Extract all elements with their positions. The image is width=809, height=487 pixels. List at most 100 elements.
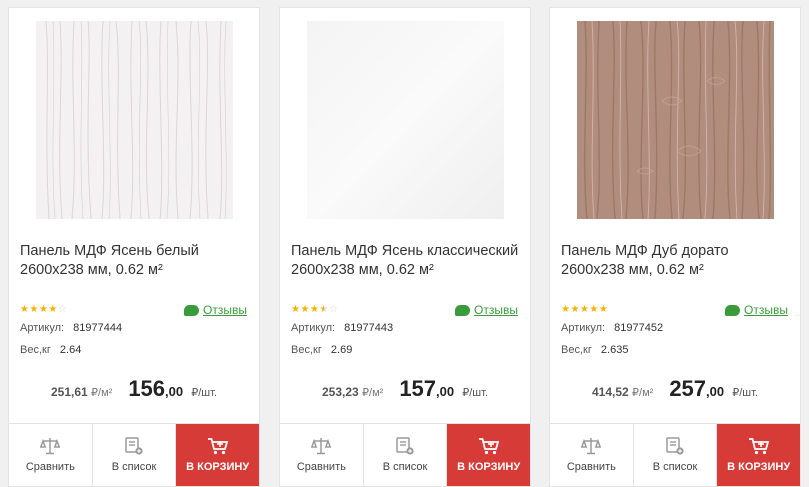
star-icon: ★ — [570, 304, 580, 315]
sku-value: 81977444 — [73, 322, 123, 334]
weight-row: Вес,кг 2.64 — [20, 344, 81, 356]
weight-value: 2.635 — [600, 344, 629, 356]
price-per-m2-value: 414,52 — [591, 385, 629, 399]
compare-label[interactable]: Сравнить — [567, 461, 616, 473]
compare-button[interactable]: Сравнить — [550, 424, 634, 486]
scales-icon — [40, 438, 61, 455]
price-per-m2-unit: ₽/м² — [362, 387, 384, 399]
price-unit: ₽/шт. — [462, 387, 488, 399]
product-title[interactable]: Панель МДФ Ясень белый 2600x238 мм, 0.62… — [20, 242, 255, 280]
sku-value: 81977443 — [344, 322, 394, 334]
star-icon: ★ — [38, 304, 49, 315]
rating-stars: ★★★★★ — [561, 304, 608, 315]
reviews-link[interactable]: Отзывы — [455, 303, 518, 317]
star-icon: ☆ — [328, 304, 339, 315]
cart-add-icon — [748, 438, 769, 455]
price-row: 251,61 ₽/м² 156,00 ₽/шт. — [9, 376, 259, 406]
star-icon: ★ — [579, 304, 590, 315]
cart-add-icon — [478, 438, 499, 455]
product-image[interactable] — [307, 21, 504, 219]
price-per-m2: 253,23 ₽/м² — [322, 385, 383, 399]
sku-label: Артикул: — [291, 322, 336, 334]
price-per-m2-value: 253,23 — [321, 385, 359, 399]
price-unit: ₽/шт. — [732, 387, 758, 399]
star-half-icon: ★ — [319, 304, 329, 315]
price-per-m2-unit: ₽/м² — [632, 387, 654, 399]
reviews-label[interactable]: Отзывы — [744, 303, 788, 317]
star-icon: ☆ — [57, 304, 68, 315]
compare-label[interactable]: Сравнить — [297, 461, 346, 473]
cart-add-icon — [207, 438, 228, 455]
price-int: 157 — [399, 376, 437, 401]
weight-value: 2.69 — [330, 344, 353, 356]
cart-label[interactable]: В КОРЗИНУ — [727, 461, 790, 473]
price-int: 156 — [128, 376, 166, 401]
sku-row: Артикул: 81977452 — [561, 322, 663, 334]
cart-label[interactable]: В КОРЗИНУ — [186, 461, 249, 473]
product-card: Панель МДФ Дуб дорато 2600x238 мм, 0.62 … — [549, 7, 801, 487]
price-cents: ,00 — [706, 384, 725, 399]
reviews-link[interactable]: Отзывы — [725, 303, 788, 317]
star-icon: ★ — [598, 304, 609, 315]
sku-row: Артикул: 81977444 — [20, 322, 122, 334]
star-icon: ★ — [48, 304, 58, 315]
list-add-icon — [396, 437, 414, 455]
chat-bubble-icon — [184, 304, 200, 316]
compare-label[interactable]: Сравнить — [26, 461, 75, 473]
compare-button[interactable]: Сравнить — [280, 424, 364, 486]
weight-value: 2.64 — [59, 344, 82, 356]
product-title[interactable]: Панель МДФ Ясень классический 2600x238 м… — [291, 242, 526, 280]
reviews-link[interactable]: Отзывы — [184, 303, 247, 317]
product-image[interactable] — [36, 21, 233, 219]
card-actions: Сравнить В список В КОРЗИНУ — [9, 423, 260, 486]
card-actions: Сравнить В список В КОРЗИНУ — [280, 423, 531, 486]
product-title[interactable]: Панель МДФ Дуб дорато 2600x238 мм, 0.62 … — [561, 242, 796, 280]
weight-row: Вес,кг 2.69 — [291, 344, 352, 356]
reviews-label[interactable]: Отзывы — [203, 303, 247, 317]
cart-label[interactable]: В КОРЗИНУ — [457, 461, 520, 473]
list-add-icon — [125, 437, 143, 455]
price-main: 156,00 ₽/шт. — [128, 376, 217, 402]
chat-bubble-icon — [725, 304, 741, 316]
product-grid: Панель МДФ Ясень белый 2600x238 мм, 0.62… — [0, 0, 809, 487]
price-per-m2-value: 251,61 — [50, 385, 88, 399]
reviews-label[interactable]: Отзывы — [474, 303, 518, 317]
sku-label: Артикул: — [561, 322, 606, 334]
price-row: 253,23 ₽/м² 157,00 ₽/шт. — [280, 376, 530, 406]
weight-label: Вес,кг — [291, 344, 322, 356]
list-label[interactable]: В список — [653, 461, 698, 473]
star-icon: ★ — [589, 304, 599, 315]
star-icon: ★ — [309, 304, 320, 315]
add-to-cart-button[interactable]: В КОРЗИНУ — [717, 424, 801, 486]
price-int: 257 — [669, 376, 707, 401]
list-add-icon — [666, 437, 684, 455]
add-to-list-button[interactable]: В список — [634, 424, 718, 486]
compare-button[interactable]: Сравнить — [9, 424, 93, 486]
price-per-m2-unit: ₽/м² — [91, 387, 113, 399]
add-to-list-button[interactable]: В список — [93, 424, 177, 486]
sku-value: 81977452 — [614, 322, 664, 334]
list-label[interactable]: В список — [383, 461, 428, 473]
star-icon: ★ — [29, 304, 39, 315]
weight-row: Вес,кг 2.635 — [561, 344, 628, 356]
weight-label: Вес,кг — [20, 344, 51, 356]
rating-stars: ★★★★☆ — [291, 304, 338, 315]
scales-icon — [581, 438, 602, 455]
rating-stars: ★★★★☆ — [20, 304, 67, 315]
product-image[interactable] — [577, 21, 774, 219]
price-unit: ₽/шт. — [191, 387, 217, 399]
scales-icon — [311, 438, 332, 455]
add-to-cart-button[interactable]: В КОРЗИНУ — [176, 424, 260, 486]
add-to-list-button[interactable]: В список — [364, 424, 448, 486]
star-icon: ★ — [300, 304, 310, 315]
list-label[interactable]: В список — [112, 461, 157, 473]
product-card: Панель МДФ Ясень белый 2600x238 мм, 0.62… — [8, 7, 260, 487]
price-main: 157,00 ₽/шт. — [399, 376, 488, 402]
price-cents: ,00 — [165, 384, 184, 399]
price-row: 414,52 ₽/м² 257,00 ₽/шт. — [550, 376, 800, 406]
sku-row: Артикул: 81977443 — [291, 322, 393, 334]
price-per-m2: 251,61 ₽/м² — [51, 385, 112, 399]
card-actions: Сравнить В список В КОРЗИНУ — [550, 423, 801, 486]
add-to-cart-button[interactable]: В КОРЗИНУ — [447, 424, 531, 486]
price-cents: ,00 — [436, 384, 455, 399]
